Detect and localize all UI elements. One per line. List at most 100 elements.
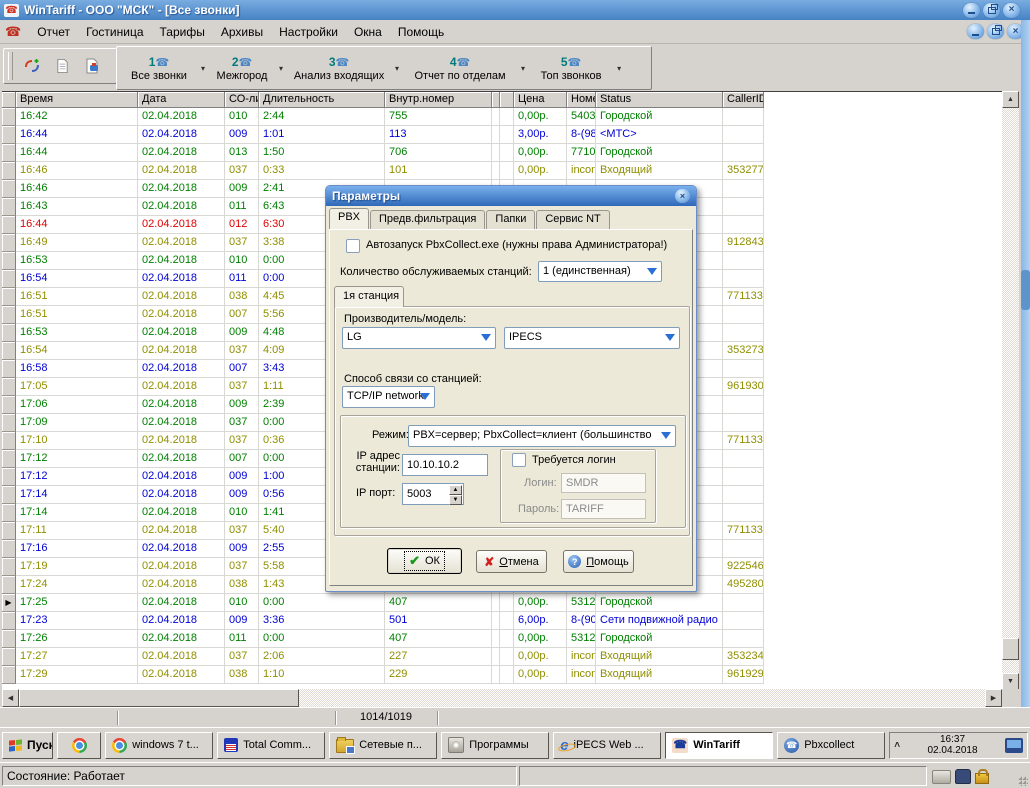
horizontal-scrollbar[interactable]: ◀ ▶ (2, 689, 1002, 707)
station-1-tab[interactable]: 1я станция (334, 286, 404, 307)
row-selector[interactable] (2, 576, 16, 594)
vertical-scrollbar-thumb[interactable] (1002, 638, 1019, 660)
login-input[interactable]: SMDR (561, 473, 646, 493)
menu-item-2[interactable]: Гостиница (78, 22, 151, 42)
scroll-left-icon[interactable]: ◀ (2, 689, 19, 707)
restore-button[interactable] (983, 3, 1000, 18)
start-button[interactable]: Пуск (2, 732, 53, 759)
row-selector[interactable] (2, 270, 16, 288)
row-selector[interactable] (2, 216, 16, 234)
row-selector[interactable] (2, 558, 16, 576)
row-selector[interactable] (2, 378, 16, 396)
row-selector[interactable] (2, 234, 16, 252)
row-selector[interactable] (2, 414, 16, 432)
window-right-edge-scrollbar[interactable] (1021, 20, 1030, 727)
row-selector[interactable] (2, 504, 16, 522)
report-dropdown-icon-5[interactable]: ▾ (615, 64, 623, 73)
report-button-1[interactable]: 1☎Все звонки (119, 49, 199, 87)
menu-item-3[interactable]: Тарифы (152, 22, 213, 42)
row-selector[interactable] (2, 540, 16, 558)
menu-item-5[interactable]: Настройки (271, 22, 346, 42)
row-selector[interactable] (2, 288, 16, 306)
column-header-10[interactable]: Status (596, 92, 723, 108)
menu-item-4[interactable]: Архивы (213, 22, 271, 42)
task-button-5[interactable]: Программы (441, 732, 549, 759)
vertical-scrollbar[interactable]: ▲ ▼ (1002, 91, 1019, 690)
row-selector[interactable] (2, 432, 16, 450)
help-button[interactable]: ? Помощь (563, 550, 634, 573)
row-selector[interactable] (2, 648, 16, 666)
lock-icon[interactable] (975, 773, 989, 784)
column-header-1[interactable]: Время (16, 92, 138, 108)
dialog-titlebar[interactable]: Параметры × (326, 186, 696, 206)
menu-item-7[interactable]: Помощь (390, 22, 452, 42)
quick-launch-button[interactable] (57, 732, 101, 759)
horizontal-scrollbar-thumb[interactable] (19, 689, 299, 707)
report-button-4[interactable]: 4☎Отчет по отделам (401, 49, 519, 87)
report-page-button[interactable] (48, 53, 76, 79)
report-button-2[interactable]: 2☎Межгород (207, 49, 277, 87)
column-header-9[interactable]: Номер (567, 92, 596, 108)
stations-count-select[interactable]: 1 (единственная) (538, 261, 662, 282)
row-selector[interactable] (2, 486, 16, 504)
task-button-4[interactable]: Сетевые п... (329, 732, 437, 759)
port-down-icon[interactable]: ▼ (449, 495, 462, 505)
row-selector[interactable] (2, 450, 16, 468)
password-input[interactable]: TARIFF (561, 499, 646, 519)
row-selector[interactable] (2, 396, 16, 414)
dialog-close-icon[interactable]: × (675, 189, 690, 203)
row-selector[interactable] (2, 252, 16, 270)
scroll-down-icon[interactable]: ▼ (1002, 673, 1019, 690)
minimize-button[interactable] (963, 3, 980, 18)
printer-icon[interactable] (932, 770, 951, 784)
report-dropdown-icon-2[interactable]: ▾ (277, 64, 285, 73)
autostart-checkbox[interactable] (346, 239, 360, 253)
current-row-marker[interactable]: ▶ (2, 594, 16, 612)
column-header-4[interactable]: Длительность (259, 92, 385, 108)
model-select[interactable]: IPECS (504, 327, 680, 349)
cancel-button[interactable]: ✘ Отмена (476, 550, 547, 573)
collect-calls-button[interactable] (18, 53, 46, 79)
dialog-tab-4[interactable]: Сервис NT (536, 210, 609, 229)
row-selector[interactable] (2, 468, 16, 486)
report-dropdown-icon-1[interactable]: ▾ (199, 64, 207, 73)
row-selector[interactable] (2, 108, 16, 126)
mdi-restore-button[interactable] (987, 24, 1004, 39)
row-selector[interactable] (2, 630, 16, 648)
scroll-up-icon[interactable]: ▲ (1002, 91, 1019, 108)
row-selector[interactable] (2, 180, 16, 198)
resize-grip[interactable] (1018, 776, 1028, 786)
column-header-8[interactable]: Цена (514, 92, 567, 108)
row-selector[interactable] (2, 306, 16, 324)
mode-select[interactable]: PBX=сервер; PbxCollect=клиент (большинст… (408, 425, 676, 447)
link-method-select[interactable]: TCP/IP network (342, 386, 435, 408)
column-header-6[interactable] (492, 92, 500, 108)
task-button-6[interactable]: eiPECS Web ... (553, 732, 661, 759)
row-selector[interactable] (2, 612, 16, 630)
row-selector[interactable] (2, 144, 16, 162)
display-settings-icon[interactable] (1005, 738, 1023, 753)
ok-button[interactable]: ✔ ОК (387, 548, 462, 574)
column-header-7[interactable] (500, 92, 514, 108)
vendor-select[interactable]: LG (342, 327, 496, 349)
login-required-checkbox[interactable] (512, 453, 526, 467)
row-selector[interactable] (2, 522, 16, 540)
task-button-8[interactable]: ☎Pbxcollect (777, 732, 885, 759)
menu-item-6[interactable]: Окна (346, 22, 390, 42)
task-button-2[interactable]: windows 7 t... (105, 732, 213, 759)
report-dropdown-icon-3[interactable]: ▾ (393, 64, 401, 73)
row-selector[interactable] (2, 360, 16, 378)
ip-address-input[interactable]: 10.10.10.2 (402, 454, 488, 476)
report-button-3[interactable]: 3☎Анализ входящих (285, 49, 393, 87)
row-selector[interactable] (2, 126, 16, 144)
row-selector[interactable] (2, 324, 16, 342)
task-button-7[interactable]: ☎WinTariff (665, 732, 773, 759)
report-dropdown-icon-4[interactable]: ▾ (519, 64, 527, 73)
report-button-5[interactable]: 5☎Топ звонков (527, 49, 615, 87)
dialog-tab-2[interactable]: Предв.фильтрация (370, 210, 485, 229)
call-details-button[interactable] (78, 53, 106, 79)
right-edge-thumb[interactable] (1021, 270, 1030, 310)
column-header-2[interactable]: Дата (138, 92, 225, 108)
scroll-right-icon[interactable]: ▶ (985, 689, 1002, 707)
row-selector[interactable] (2, 162, 16, 180)
